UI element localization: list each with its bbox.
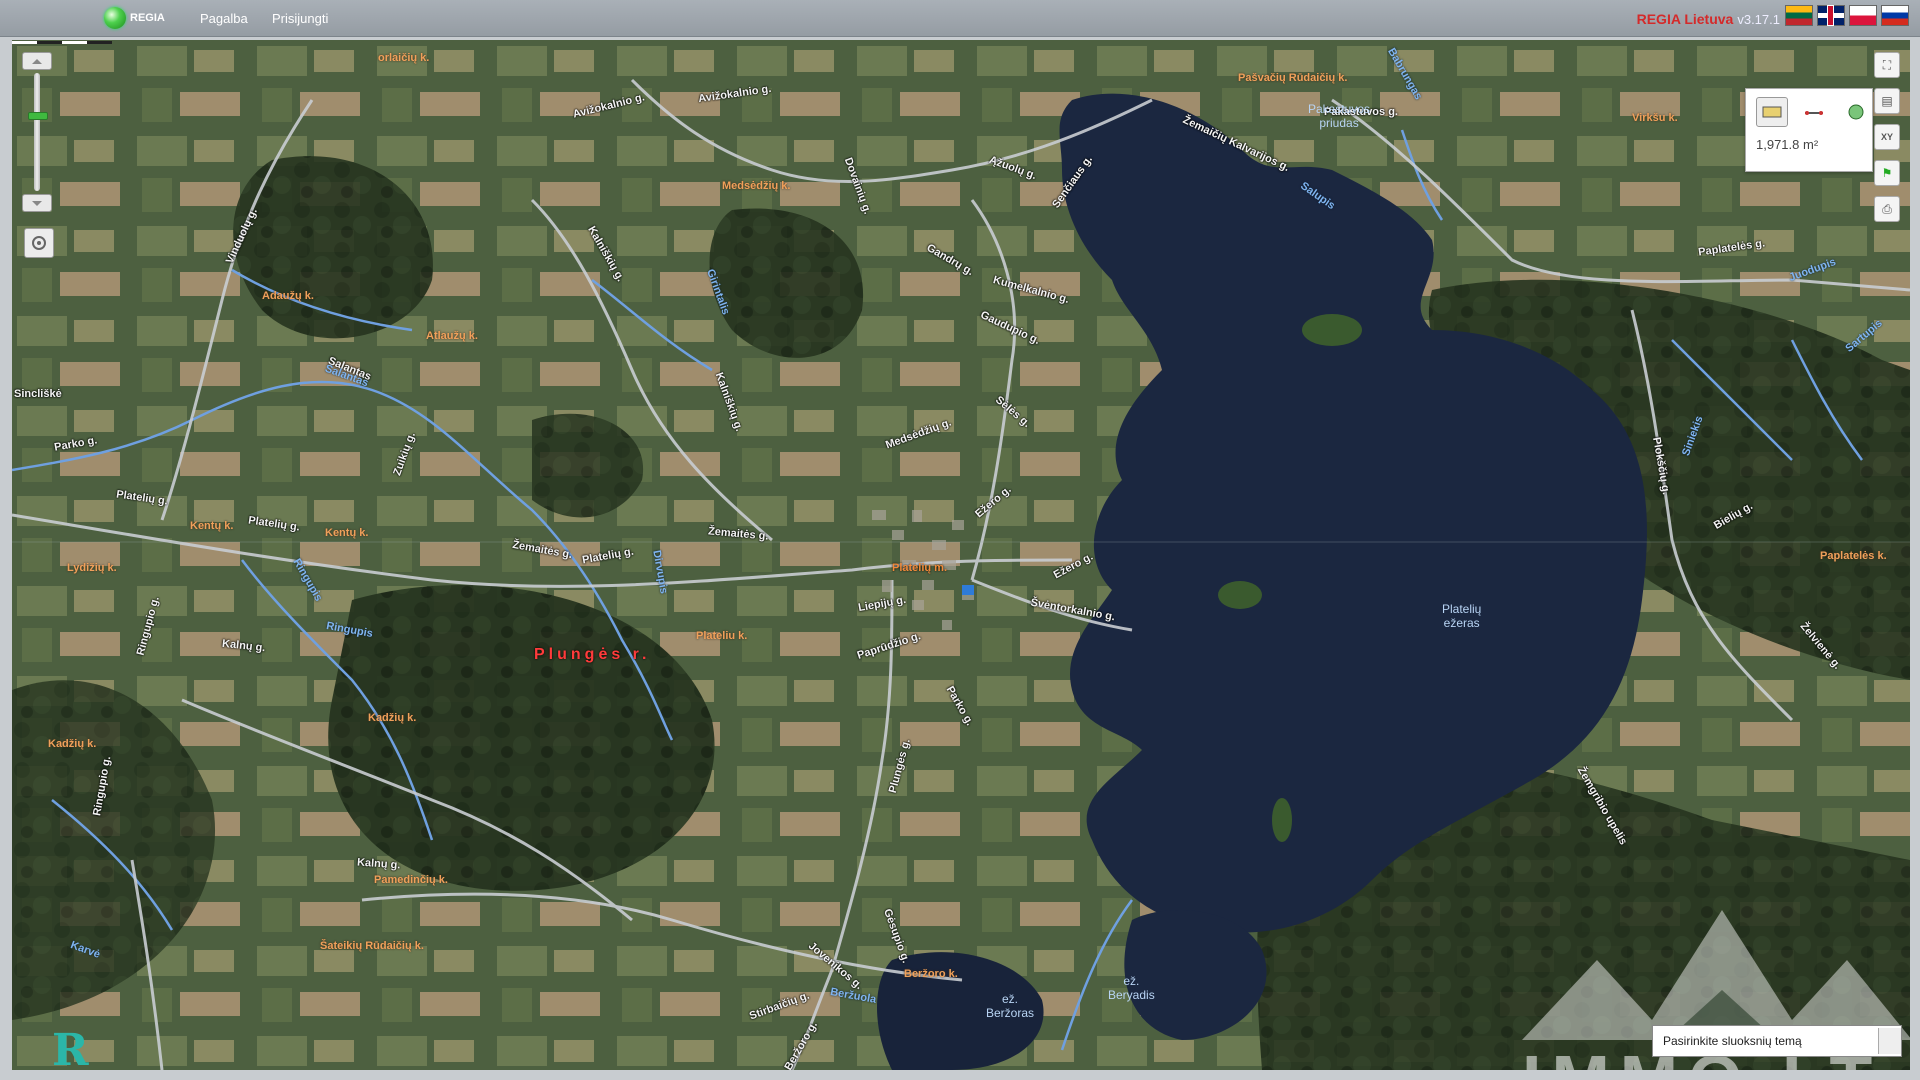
globe-icon <box>104 7 126 29</box>
measure-distance-icon <box>1805 111 1823 115</box>
top-bar: REGIA Pagalba Prisijungti REGIA Lietuva v… <box>0 0 1920 37</box>
xy-coordinates-button[interactable]: XY <box>1874 124 1900 150</box>
zoom-slider[interactable] <box>28 73 48 191</box>
regia-r-logo-icon: R <box>52 1025 89 1070</box>
globe-pin-icon <box>1848 104 1864 120</box>
chevron-up-icon <box>32 58 42 64</box>
layers-icon: ▤ <box>1881 94 1893 108</box>
measure-area-icon <box>1762 106 1782 118</box>
lt-flag-icon[interactable] <box>1785 5 1813 26</box>
scale-bar <box>12 41 112 44</box>
brand-name: REGIA Lietuva <box>1636 11 1734 27</box>
fullscreen-icon: ⛶ <box>1882 57 1892 72</box>
print-icon: ⎙ <box>1882 201 1892 216</box>
fullscreen-button[interactable]: ⛶ <box>1874 52 1900 78</box>
locate-button[interactable] <box>24 228 54 258</box>
measure-area-tool[interactable] <box>1756 97 1788 127</box>
zoom-in-button[interactable] <box>22 52 52 70</box>
login-link[interactable]: Prisijungti <box>272 11 328 26</box>
help-link[interactable]: Pagalba <box>200 11 248 26</box>
chevron-down-icon <box>32 200 42 206</box>
app-brand: REGIA Lietuva v3.17.1 <box>1637 11 1780 27</box>
zoom-slider-handle[interactable] <box>28 112 48 121</box>
map-imagery <box>12 40 1910 1070</box>
gb-flag-icon[interactable] <box>1817 5 1845 26</box>
target-icon <box>32 236 46 250</box>
xy-coordinates-icon: XY <box>1880 132 1893 142</box>
flag-icon: ⚑ <box>1881 166 1893 180</box>
print-button[interactable]: ⎙ <box>1874 196 1900 222</box>
zoom-control <box>22 52 56 212</box>
measure-coordinate-tool[interactable] <box>1840 97 1872 127</box>
logo-text: REGIA <box>130 12 165 24</box>
measure-value: 1,971.8 m² <box>1756 137 1819 152</box>
layer-theme-dropdown-button[interactable] <box>1878 1028 1901 1054</box>
pl-flag-icon[interactable] <box>1849 5 1877 26</box>
measure-panel: 1,971.8 m² <box>1745 88 1873 172</box>
layers-button[interactable]: ▤ <box>1874 88 1900 114</box>
zoom-out-button[interactable] <box>22 194 52 212</box>
flag-button[interactable]: ⚑ <box>1874 160 1900 186</box>
layer-theme-label: Pasirinkite sluoksnių temą <box>1663 1034 1802 1048</box>
map-canvas[interactable]: Plungės r. Platelių m. orlaičių k. Medsė… <box>12 40 1910 1070</box>
measure-distance-tool[interactable] <box>1798 97 1830 127</box>
regia-logo[interactable]: REGIA <box>104 7 165 29</box>
app-version: v3.17.1 <box>1737 12 1780 27</box>
layer-theme-select[interactable]: Pasirinkite sluoksnių temą <box>1652 1025 1902 1057</box>
ru-flag-icon[interactable] <box>1881 5 1909 26</box>
